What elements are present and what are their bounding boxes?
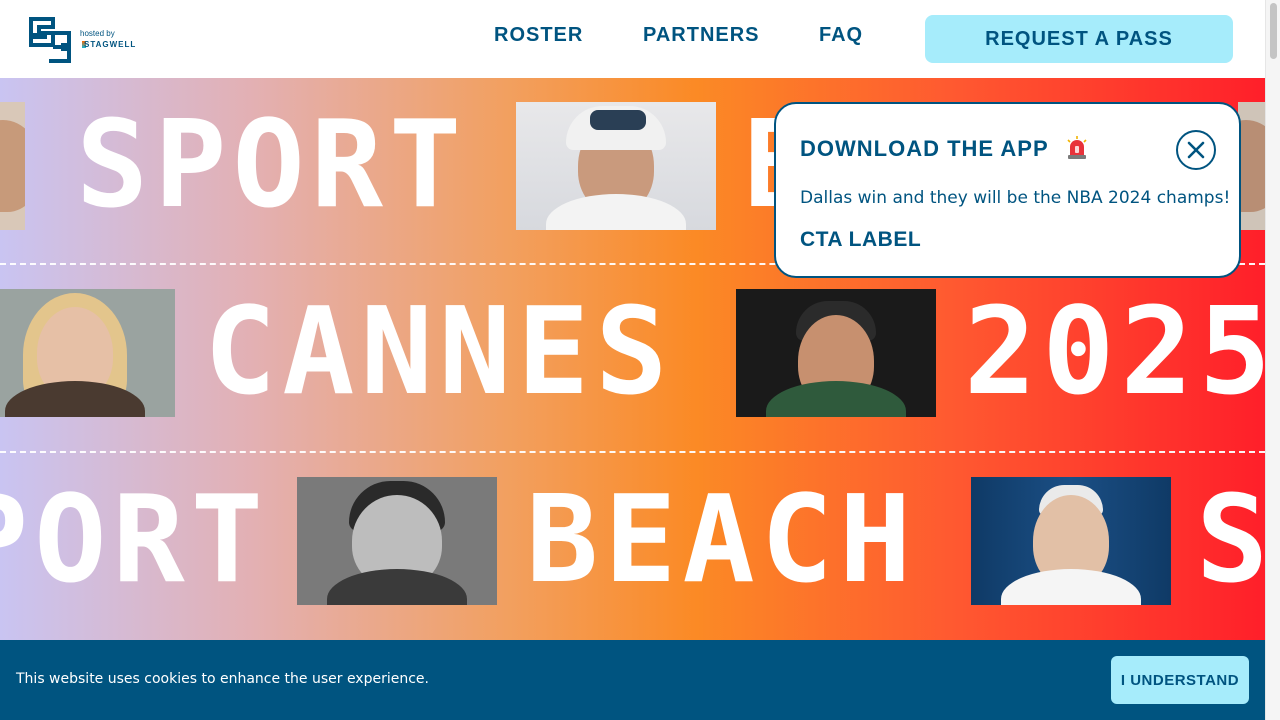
logo-stagwell: STAGWELL <box>84 40 137 49</box>
athlete-photo <box>516 102 716 230</box>
nav-faq[interactable]: FAQ <box>819 24 863 47</box>
hero-word-port: PORT <box>0 471 269 610</box>
popup-cta-link[interactable]: CTA LABEL <box>800 228 921 252</box>
download-app-popup: DOWNLOAD THE APP Dallas win and they wil… <box>774 102 1241 278</box>
hero-word-cannes: CANNES <box>204 283 674 422</box>
athlete-photo <box>736 289 936 417</box>
sb-logo[interactable]: hosted by STAGWELL <box>27 14 157 64</box>
dashed-divider <box>0 451 1265 453</box>
cookie-banner: This website uses cookies to enhance the… <box>0 640 1265 720</box>
cookie-message: This website uses cookies to enhance the… <box>16 671 429 687</box>
request-pass-button[interactable]: REQUEST A PASS <box>925 15 1233 63</box>
popup-message: Dallas win and they will be the NBA 2024… <box>800 188 1231 208</box>
nav-partners[interactable]: PARTNERS <box>643 24 760 47</box>
athlete-photo <box>0 102 25 230</box>
nav-roster[interactable]: ROSTER <box>494 24 583 47</box>
close-icon <box>1187 141 1205 159</box>
sb-logo-mark-icon <box>29 17 71 63</box>
site-header: hosted by STAGWELL ROSTER PARTNERS FAQ R… <box>0 0 1265 78</box>
siren-icon <box>1067 136 1087 159</box>
hero-row-2: CANNES 2025 <box>0 283 1265 423</box>
hero-row-3: PORT BEACH S <box>0 471 1265 611</box>
scrollbar-thumb[interactable] <box>1270 3 1277 59</box>
athlete-photo <box>0 289 175 417</box>
hero-word-2025: 2025 <box>964 283 1265 422</box>
popup-title: DOWNLOAD THE APP <box>800 136 1049 161</box>
page-scrollbar[interactable] <box>1265 0 1280 720</box>
hero-word-sport: SPORT <box>76 96 468 235</box>
hero-word-s: S <box>1196 471 1265 610</box>
logo-hosted-by: hosted by <box>80 29 115 38</box>
popup-close-button[interactable] <box>1176 130 1216 170</box>
athlete-photo <box>297 477 497 605</box>
athlete-photo <box>1238 102 1265 230</box>
accept-cookies-button[interactable]: I UNDERSTAND <box>1111 656 1249 704</box>
hero-word-beach: BEACH <box>526 471 918 610</box>
athlete-photo <box>971 477 1171 605</box>
